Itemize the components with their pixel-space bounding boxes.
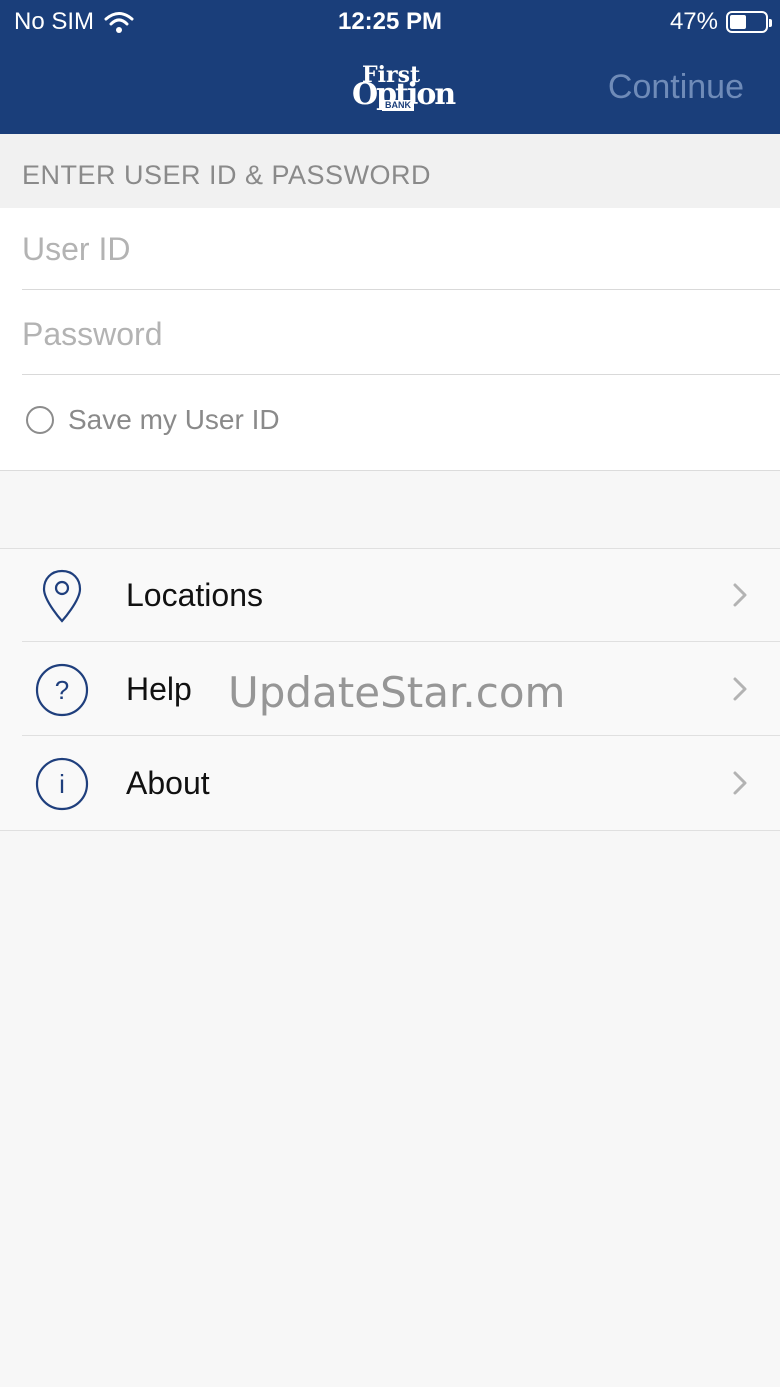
chevron-right-icon <box>733 583 747 607</box>
svg-text:i: i <box>59 769 65 799</box>
password-input[interactable] <box>22 293 722 375</box>
menu-item-label: About <box>126 765 210 801</box>
menu-item-about[interactable]: i About <box>0 737 780 830</box>
user-id-field-row <box>22 208 780 290</box>
battery-indicator: 47% <box>669 8 772 36</box>
battery-icon <box>726 11 772 33</box>
status-time: 12:25 PM <box>337 8 443 35</box>
user-id-input[interactable] <box>22 208 722 290</box>
login-form: Save my User ID <box>0 208 780 471</box>
menu-item-label: Help <box>126 671 192 707</box>
password-field-row <box>22 293 780 375</box>
chevron-right-icon <box>733 677 747 701</box>
location-pin-icon <box>42 569 82 623</box>
continue-button[interactable]: Continue <box>608 68 744 107</box>
question-circle-icon: ? <box>35 663 89 717</box>
login-section-header: ENTER USER ID & PASSWORD <box>0 134 780 208</box>
bank-logo: First Option BANK <box>340 64 456 114</box>
info-circle-icon: i <box>35 757 89 811</box>
save-user-id-label: Save my User ID <box>68 404 280 435</box>
menu-item-locations[interactable]: Locations <box>0 549 780 642</box>
svg-text:?: ? <box>55 675 69 705</box>
chevron-right-icon <box>733 771 747 795</box>
navigation-bar: First Option BANK Continue <box>0 44 780 134</box>
save-user-id-toggle[interactable]: Save my User ID <box>26 404 280 436</box>
app-header: No SIM 12:25 PM 47% First Option BANK Co… <box>0 0 780 134</box>
menu-item-label: Locations <box>126 577 263 613</box>
section-header-label: ENTER USER ID & PASSWORD <box>22 160 432 190</box>
save-user-id-radio[interactable] <box>26 406 54 434</box>
logo-bank-text: BANK <box>382 100 414 111</box>
watermark-text: UpdateStar.com <box>228 668 566 717</box>
status-bar: No SIM 12:25 PM 47% <box>0 0 780 44</box>
battery-percent: 47% <box>669 8 718 35</box>
